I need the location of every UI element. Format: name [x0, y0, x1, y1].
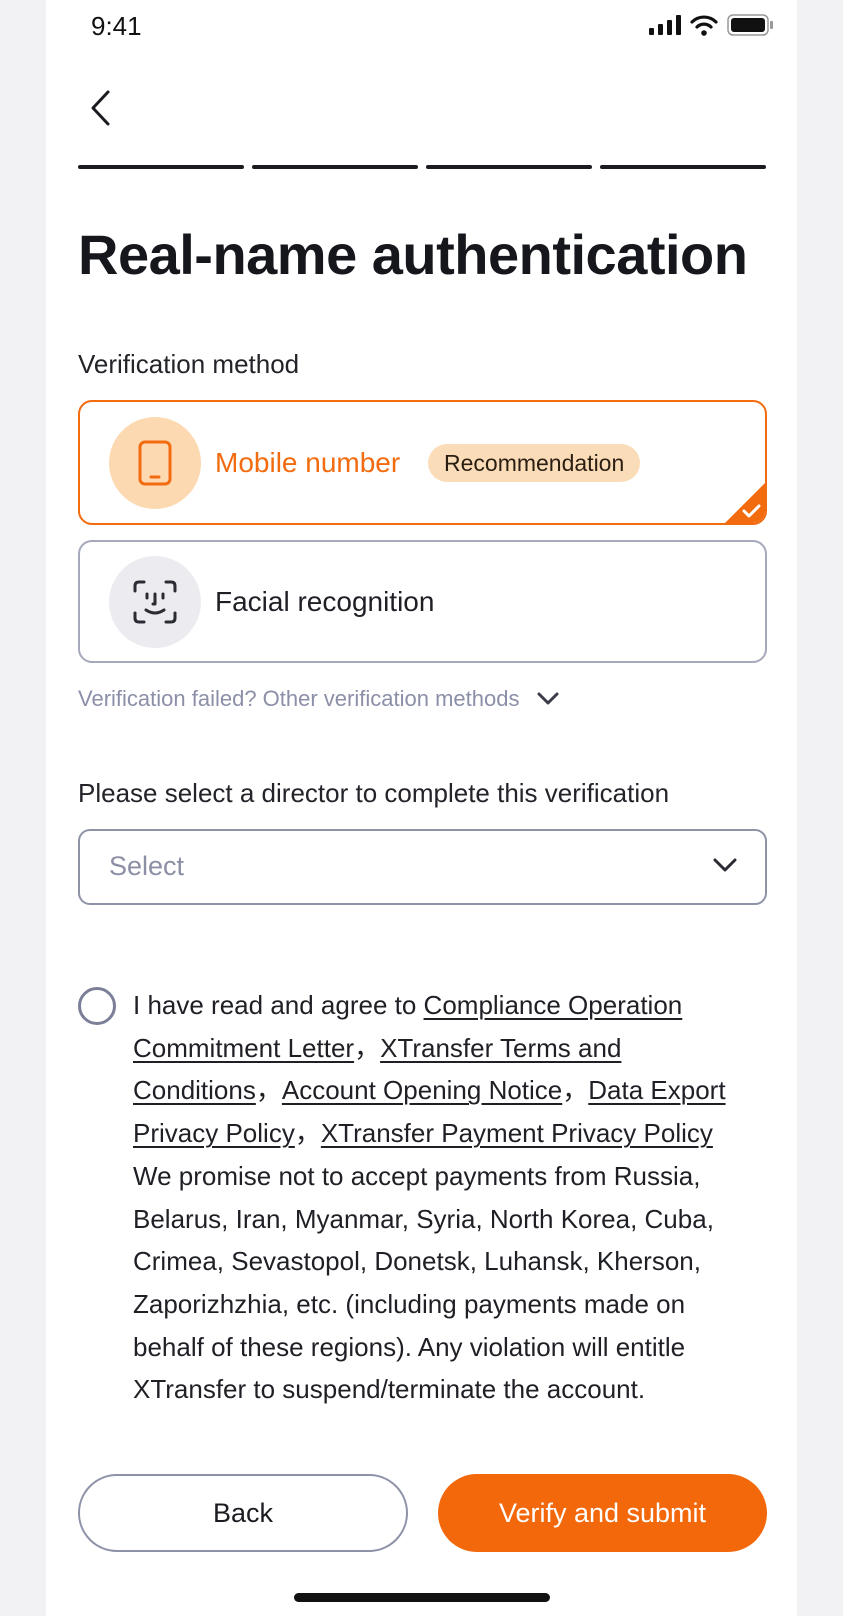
status-bar: 9:41 [46, 0, 797, 56]
director-label: Please select a director to complete thi… [78, 778, 670, 808]
link-payment-privacy-policy[interactable]: XTransfer Payment Privacy Policy [321, 1118, 713, 1148]
phone-icon-circle [109, 417, 201, 509]
link-separator: ， [354, 1032, 381, 1063]
selected-check-icon [725, 483, 765, 523]
method-label-facial: Facial recognition [215, 586, 435, 617]
progress-segment [78, 165, 244, 169]
link-account-opening-notice[interactable]: Account Opening Notice [282, 1075, 562, 1105]
cellular-signal-icon [649, 15, 681, 35]
other-methods-text: Verification failed? Other verification … [78, 686, 520, 711]
agreement-text: I have read and agree to Compliance Oper… [133, 984, 763, 1411]
verification-method-label: Verification method [78, 349, 300, 379]
battery-icon [727, 14, 773, 36]
status-time: 9:41 [91, 11, 142, 41]
face-scan-icon [133, 580, 177, 624]
link-separator: ， [562, 1075, 589, 1106]
link-separator: ， [294, 1118, 321, 1149]
home-indicator [294, 1593, 550, 1602]
progress-segment [252, 165, 418, 169]
verify-submit-button[interactable]: Verify and submit [438, 1474, 767, 1552]
face-scan-icon-circle [109, 556, 201, 648]
chevron-down-icon [537, 692, 559, 705]
agreement-checkbox[interactable] [78, 987, 116, 1025]
app-screen: 9:41 Real-name authentication Verificati… [46, 0, 797, 1616]
method-option-mobile-number[interactable]: Mobile number Recommendation [78, 400, 767, 525]
status-icons [649, 14, 773, 36]
agreement-intro: I have read and agree to [133, 990, 424, 1020]
recommendation-badge: Recommendation [428, 444, 641, 482]
link-separator: ， [255, 1075, 282, 1106]
progress-segment [426, 165, 592, 169]
method-option-facial-recognition[interactable]: Facial recognition [78, 540, 767, 663]
phone-icon [138, 440, 172, 486]
progress-segment [600, 165, 766, 169]
director-select[interactable]: Select [78, 829, 767, 905]
director-select-placeholder: Select [109, 851, 185, 881]
step-progress-bar [78, 165, 766, 169]
sanctions-statement: We promise not to accept payments from R… [133, 1160, 714, 1405]
back-arrow-icon[interactable] [86, 88, 116, 128]
method-label-mobile: Mobile number [215, 447, 401, 478]
wifi-icon [690, 15, 718, 36]
back-button[interactable]: Back [78, 1474, 408, 1552]
chevron-down-icon [713, 858, 737, 872]
other-methods-link[interactable]: Verification failed? Other verification … [78, 686, 559, 712]
page-title: Real-name authentication [78, 223, 748, 286]
